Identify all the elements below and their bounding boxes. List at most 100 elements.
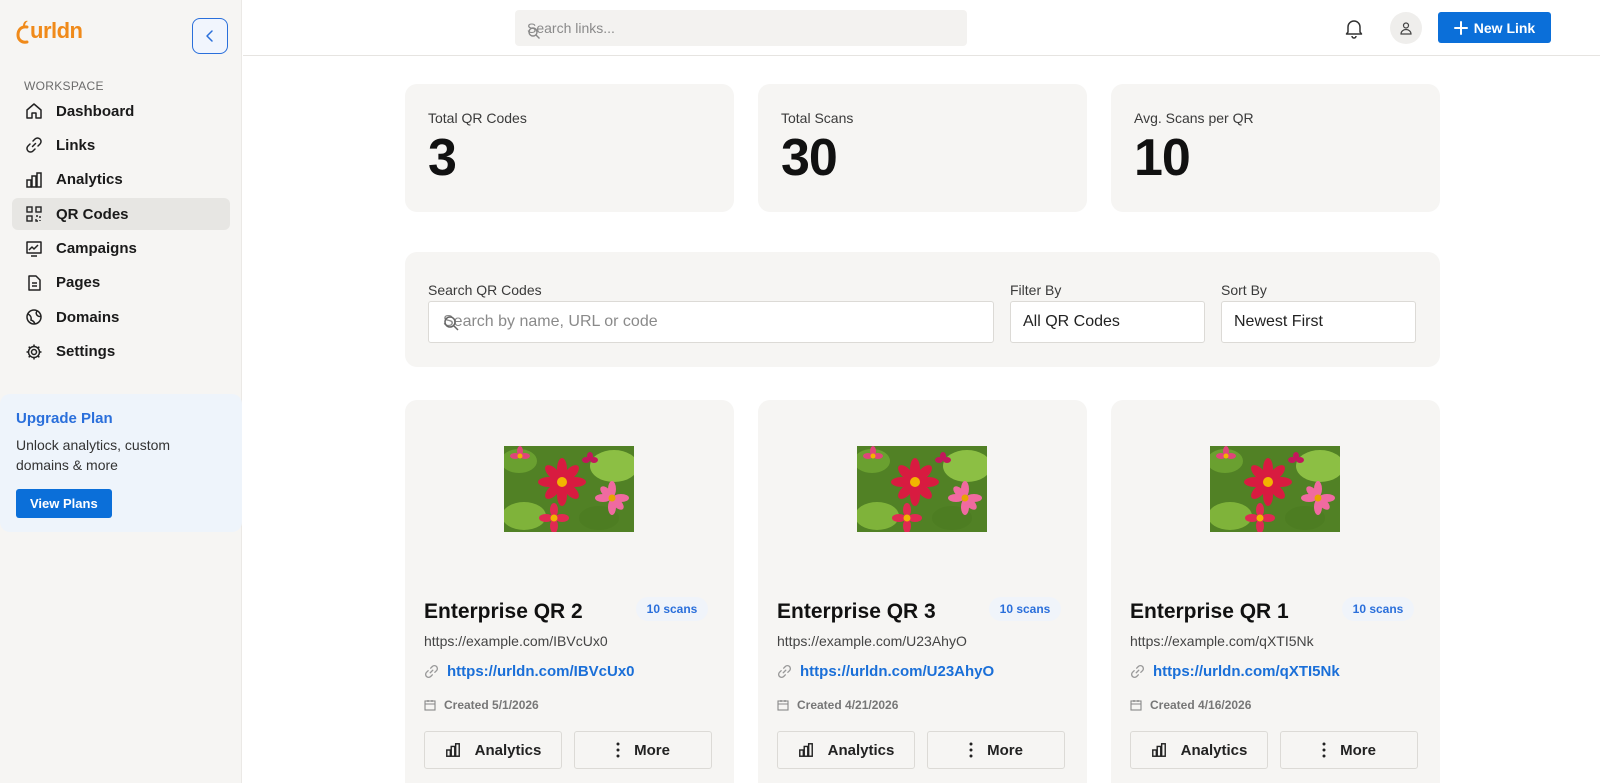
stat-value: 10 xyxy=(1134,129,1191,187)
short-url-text: https://urldn.com/U23AhyO xyxy=(800,663,995,680)
upgrade-plan-card: Upgrade Plan Unlock analytics, custom do… xyxy=(0,394,242,532)
notifications-button[interactable] xyxy=(1343,17,1365,39)
search-qr-label: Search QR Codes xyxy=(428,282,542,298)
bar-chart-icon xyxy=(445,743,460,757)
qr-search-input[interactable] xyxy=(443,313,993,331)
scans-badge: 10 scans xyxy=(989,597,1061,621)
more-vertical-icon xyxy=(1322,742,1326,758)
analytics-button-label: Analytics xyxy=(827,741,895,759)
filter-panel: Search QR Codes Filter By All QR Codes S… xyxy=(405,252,1440,367)
sidebar-item-qr-codes[interactable]: QR Codes xyxy=(12,198,230,231)
gear-icon xyxy=(24,342,44,362)
created-date: Created 5/1/2026 xyxy=(424,698,539,712)
logo-text: urldn xyxy=(30,18,83,43)
logo[interactable]: urldn xyxy=(16,18,83,44)
qr-name: Enterprise QR 3 xyxy=(777,600,936,623)
sidebar-item-label: Dashboard xyxy=(56,102,135,120)
sidebar-item-campaigns[interactable]: Campaigns xyxy=(12,233,230,265)
sidebar-item-pages[interactable]: Pages xyxy=(12,267,230,299)
created-date-text: Created 4/21/2026 xyxy=(797,698,899,712)
more-button[interactable]: More xyxy=(574,731,712,769)
sidebar: urldn WORKSPACE Dashboard Links Analytic… xyxy=(0,0,242,783)
sort-by-label: Sort By xyxy=(1221,282,1267,298)
upgrade-title: Upgrade Plan xyxy=(16,410,113,427)
globe-icon xyxy=(24,307,44,327)
stat-value: 30 xyxy=(781,129,838,187)
calendar-icon xyxy=(777,700,789,711)
filter-by-label: Filter By xyxy=(1010,282,1062,298)
sidebar-item-settings[interactable]: Settings xyxy=(12,336,230,368)
more-vertical-icon xyxy=(969,742,973,758)
short-url-link[interactable]: https://urldn.com/IBVcUx0 xyxy=(424,663,635,680)
collapse-sidebar-button[interactable] xyxy=(192,18,228,54)
analytics-button[interactable]: Analytics xyxy=(1130,731,1268,769)
view-plans-button[interactable]: View Plans xyxy=(16,489,112,518)
analytics-button-label: Analytics xyxy=(474,741,542,759)
user-icon xyxy=(1400,22,1412,35)
sidebar-item-label: Links xyxy=(56,136,96,154)
sidebar-item-links[interactable]: Links xyxy=(12,129,230,161)
destination-url: https://example.com/qXTI5Nk xyxy=(1130,633,1314,649)
bar-chart-icon xyxy=(798,743,813,757)
sidebar-item-label: Settings xyxy=(56,343,116,361)
more-button-label: More xyxy=(634,741,670,759)
qr-search-field xyxy=(428,301,994,343)
sidebar-item-label: Domains xyxy=(56,308,120,326)
chevron-left-icon xyxy=(206,30,213,42)
more-button-label: More xyxy=(1340,741,1376,759)
campaign-icon xyxy=(24,239,44,259)
stat-card-total-scans: Total Scans 30 xyxy=(758,84,1087,212)
short-url-link[interactable]: https://urldn.com/qXTI5Nk xyxy=(1130,663,1340,680)
link-icon xyxy=(777,664,792,679)
sort-by-select[interactable]: Newest First xyxy=(1221,301,1416,343)
sidebar-item-domains[interactable]: Domains xyxy=(12,301,230,333)
plus-icon xyxy=(1453,20,1468,35)
sidebar-item-label: Campaigns xyxy=(56,240,137,258)
more-button[interactable]: More xyxy=(1280,731,1418,769)
qr-card: Enterprise QR 3 10 scans https://example… xyxy=(758,400,1087,783)
stat-label: Total Scans xyxy=(781,110,854,126)
destination-url: https://example.com/IBVcUx0 xyxy=(424,633,608,649)
upgrade-description: Unlock analytics, custom domains & more xyxy=(16,437,171,473)
destination-url: https://example.com/U23AhyO xyxy=(777,633,967,649)
short-url-link[interactable]: https://urldn.com/U23AhyO xyxy=(777,663,994,680)
sidebar-item-analytics[interactable]: Analytics xyxy=(12,164,230,196)
sidebar-item-label: Analytics xyxy=(56,171,123,189)
qr-preview-image xyxy=(857,446,987,532)
qr-name: Enterprise QR 1 xyxy=(1130,600,1289,623)
sidebar-item-label: Pages xyxy=(56,274,101,292)
top-search-box xyxy=(515,10,967,46)
more-button-label: More xyxy=(987,741,1023,759)
stat-label: Avg. Scans per QR xyxy=(1134,110,1254,126)
sidebar-nav: Dashboard Links Analytics QR Codes Campa… xyxy=(12,95,230,370)
more-button[interactable]: More xyxy=(927,731,1065,769)
sidebar-item-dashboard[interactable]: Dashboard xyxy=(12,95,230,127)
new-link-button[interactable]: New Link xyxy=(1438,12,1551,43)
qr-card: Enterprise QR 1 10 scans https://example… xyxy=(1111,400,1440,783)
analytics-button[interactable]: Analytics xyxy=(777,731,915,769)
search-icon xyxy=(444,316,459,331)
qr-card: Enterprise QR 2 10 scans https://example… xyxy=(405,400,734,783)
short-url-text: https://urldn.com/IBVcUx0 xyxy=(447,663,635,680)
page-icon xyxy=(24,273,44,293)
qr-name: Enterprise QR 2 xyxy=(424,600,583,623)
search-icon xyxy=(527,26,541,45)
created-date: Created 4/21/2026 xyxy=(777,698,898,712)
created-date: Created 4/16/2026 xyxy=(1130,698,1251,712)
stat-value: 3 xyxy=(428,129,457,187)
new-link-label: New Link xyxy=(1473,19,1536,36)
analytics-button[interactable]: Analytics xyxy=(424,731,562,769)
link-icon xyxy=(24,135,44,155)
qr-preview-image xyxy=(1210,446,1340,532)
filter-by-select[interactable]: All QR Codes xyxy=(1010,301,1205,343)
stat-card-total-qr-codes: Total QR Codes 3 xyxy=(405,84,734,212)
sidebar-item-label: QR Codes xyxy=(56,205,129,223)
qr-preview-image xyxy=(504,446,634,532)
link-icon xyxy=(424,664,439,679)
stat-label: Total QR Codes xyxy=(428,110,527,126)
logo-mark-icon xyxy=(16,20,29,44)
created-date-text: Created 5/1/2026 xyxy=(444,698,539,712)
more-vertical-icon xyxy=(616,742,620,758)
user-menu-button[interactable] xyxy=(1390,12,1422,44)
top-search-input[interactable] xyxy=(515,10,967,46)
